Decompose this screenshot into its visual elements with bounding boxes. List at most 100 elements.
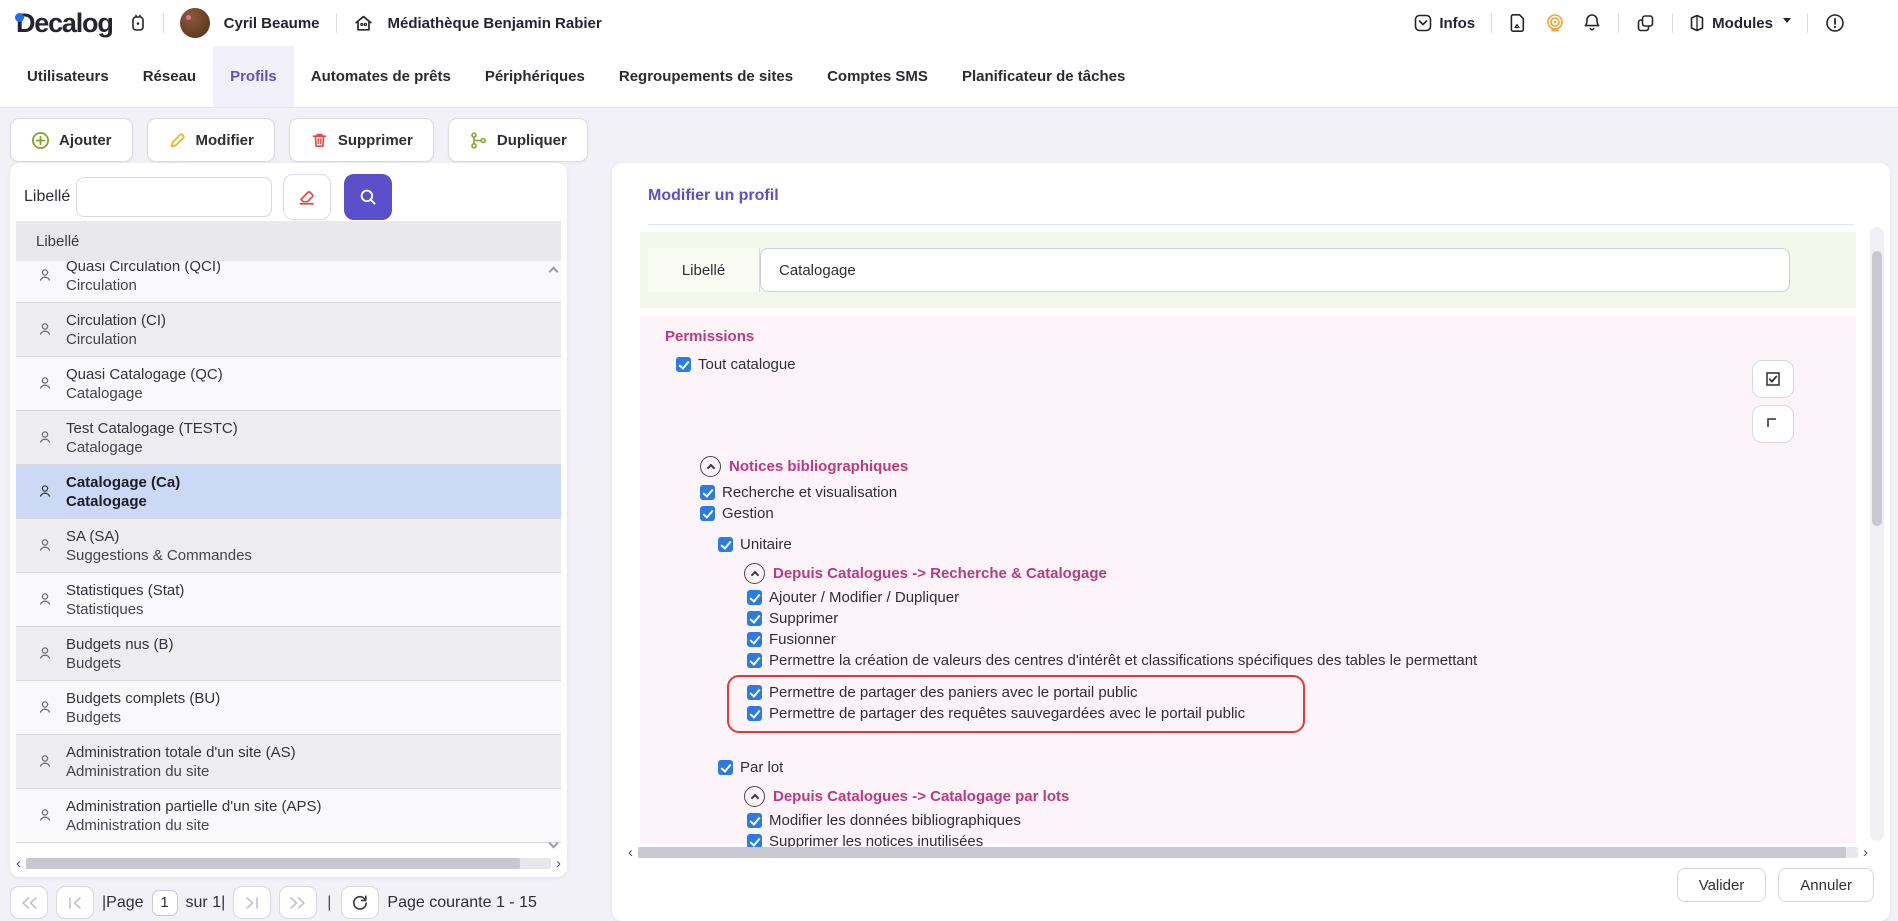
checkbox-label: Supprimer [769, 610, 838, 627]
scrollbar-thumb[interactable] [26, 858, 520, 869]
tab-comptes-sms[interactable]: Comptes SMS [810, 46, 945, 107]
device-icon[interactable] [129, 12, 147, 34]
tab-peripheriques[interactable]: Périphériques [468, 46, 602, 107]
profile-subtitle: Catalogage [66, 438, 238, 457]
eraser-icon [296, 186, 318, 208]
edit-profile-panel: Modifier un profil Libellé Permissions T… [612, 163, 1890, 921]
libelle-search-input[interactable] [76, 177, 272, 217]
first-page-button[interactable] [10, 886, 48, 919]
profile-subtitle: Statistiques [66, 600, 184, 619]
section-title: Depuis Catalogues -> Catalogage par lots [773, 788, 1069, 805]
highlight-box: Permettre de partager des paniers avec l… [727, 675, 1305, 733]
checkbox-ajouter-modifier-dupliquer[interactable] [747, 590, 762, 605]
scroll-down-arrow[interactable] [549, 841, 559, 851]
libelle-field-label: Libellé [648, 248, 760, 292]
scrollbar-track[interactable] [26, 858, 551, 869]
tab-automates-de-prets[interactable]: Automates de prêts [294, 46, 468, 107]
duplicate-button[interactable]: Dupliquer [448, 118, 588, 162]
checkbox-fusionner[interactable] [747, 632, 762, 647]
scrollbar-thumb[interactable] [1872, 251, 1882, 526]
library-house-icon [353, 13, 374, 34]
add-button[interactable]: Ajouter [10, 118, 133, 162]
checkbox-tout-catalogue[interactable] [676, 357, 691, 372]
collapse-chevron-icon[interactable] [744, 786, 765, 807]
horizontal-scrollbar[interactable]: ‹ › [628, 845, 1868, 859]
checkbox-supprimer[interactable] [747, 611, 762, 626]
list-item[interactable]: Circulation (CI)Circulation [16, 303, 561, 357]
libelle-input[interactable] [760, 248, 1790, 292]
tab-utilisateurs[interactable]: Utilisateurs [10, 46, 126, 107]
edit-button[interactable]: Modifier [147, 118, 275, 162]
checkbox-creation-valeurs[interactable] [747, 653, 762, 668]
scrollbar-track[interactable] [638, 847, 1858, 858]
search-button[interactable] [344, 174, 392, 220]
scroll-right-arrow[interactable]: › [1863, 844, 1868, 861]
header-separator [1807, 13, 1808, 33]
checkbox-label: Recherche et visualisation [722, 484, 897, 501]
list-item[interactable]: Budgets complets (BU)Budgets [16, 681, 561, 735]
modules-button[interactable]: Modules [1689, 13, 1791, 33]
activity-fingerprint-icon[interactable] [1544, 12, 1566, 34]
next-page-button[interactable] [233, 886, 271, 919]
checkbox-modifier-donnees[interactable] [747, 813, 762, 828]
list-item[interactable]: Statistiques (Stat)Statistiques [16, 573, 561, 627]
validate-button[interactable]: Valider [1677, 868, 1767, 902]
windows-stack-icon[interactable] [1635, 13, 1656, 34]
panel-actions: Valider Annuler [1677, 868, 1874, 902]
list-item[interactable]: Quasi Catalogage (QC)Catalogage [16, 357, 561, 411]
avatar[interactable] [180, 8, 210, 38]
uncheck-all-button[interactable] [1752, 405, 1794, 443]
checkbox-partager-requetes[interactable] [747, 706, 762, 721]
checkbox-recherche[interactable] [700, 485, 715, 500]
list-item[interactable]: SA (SA)Suggestions & Commandes [16, 519, 561, 573]
last-page-button[interactable] [279, 886, 317, 919]
checkbox-label: Fusionner [769, 631, 836, 648]
collapse-chevron-icon[interactable] [700, 456, 721, 477]
list-item-selected[interactable]: Catalogage (Ca)Catalogage [16, 465, 561, 519]
refresh-button[interactable] [341, 886, 379, 919]
infos-button[interactable]: Infos [1413, 13, 1475, 33]
section-title: Depuis Catalogues -> Recherche & Catalog… [773, 565, 1107, 582]
tab-profils[interactable]: Profils [213, 46, 294, 107]
cancel-button[interactable]: Annuler [1778, 868, 1874, 902]
collapse-chevron-icon[interactable] [744, 563, 765, 584]
modules-box-icon [1689, 13, 1705, 33]
checkbox-gestion[interactable] [700, 506, 715, 521]
section-depuis-catalogage-par-lots: Depuis Catalogues -> Catalogage par lots [744, 784, 1477, 808]
scroll-up-arrow[interactable] [549, 266, 559, 276]
tab-planificateur-de-taches[interactable]: Planificateur de tâches [945, 46, 1142, 107]
checkbox-row: Permettre de partager des requêtes sauve… [747, 703, 1245, 724]
notifications-bell-icon[interactable] [1582, 12, 1602, 34]
list-item[interactable]: Quasi Circulation (QCI)Circulation [16, 261, 561, 303]
check-all-button[interactable] [1752, 360, 1794, 398]
scroll-left-arrow[interactable]: ‹ [16, 855, 21, 872]
document-icon[interactable] [1508, 12, 1528, 34]
checkbox-unitaire[interactable] [718, 537, 733, 552]
list-item[interactable]: Administration totale d'un site (AS)Admi… [16, 735, 561, 789]
profile-subtitle: Budgets [66, 708, 220, 727]
help-exclamation-icon[interactable] [1824, 12, 1846, 34]
tab-regroupements-de-sites[interactable]: Regroupements de sites [602, 46, 810, 107]
scroll-left-arrow[interactable]: ‹ [628, 844, 633, 861]
checkbox-partager-paniers[interactable] [747, 685, 762, 700]
delete-button[interactable]: Supprimer [289, 118, 434, 162]
profile-title: Catalogage (Ca) [66, 473, 180, 492]
previous-page-button[interactable] [56, 886, 94, 919]
list-item[interactable]: Administration partielle d'un site (APS)… [16, 789, 561, 843]
list-item[interactable]: Budgets nus (B)Budgets [16, 627, 561, 681]
tab-reseau[interactable]: Réseau [126, 46, 213, 107]
checkbox-par-lot[interactable] [718, 760, 733, 775]
scroll-right-arrow[interactable]: › [556, 855, 561, 872]
scrollbar-thumb[interactable] [638, 847, 1846, 858]
clear-search-button[interactable] [283, 174, 331, 220]
section-title: Notices bibliographiques [729, 458, 908, 475]
horizontal-scrollbar[interactable]: ‹ › [16, 856, 561, 870]
checkbox-row: Permettre de partager des paniers avec l… [747, 682, 1245, 703]
vertical-scrollbar[interactable] [1870, 227, 1884, 841]
permissions-title: Permissions [665, 328, 754, 345]
panel-title: Modifier un profil [648, 187, 779, 205]
list-item[interactable]: Test Catalogage (TESTC)Catalogage [16, 411, 561, 465]
checkbox-label: Permettre la création de valeurs des cen… [769, 652, 1477, 669]
page-number-input[interactable] [152, 890, 178, 916]
page-total-label: sur 1| [186, 894, 226, 912]
